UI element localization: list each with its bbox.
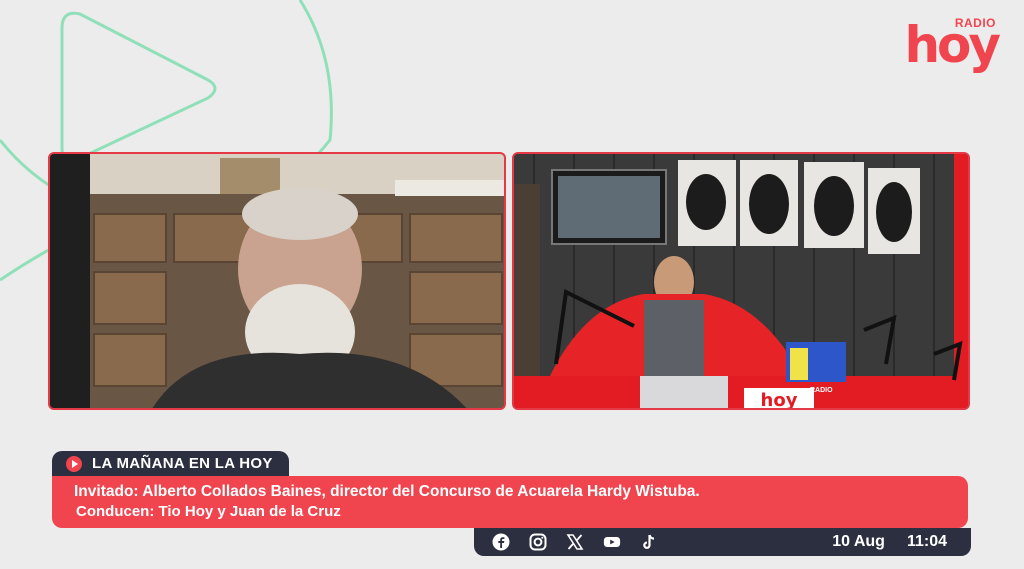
program-title: LA MAÑANA EN LA HOY <box>92 455 273 472</box>
logo-radio-label: RADIO <box>954 16 996 30</box>
studio-desk-sign: hoy <box>761 390 798 410</box>
studio-video-panel: hoy RADIO <box>512 152 970 410</box>
facebook-icon[interactable] <box>492 533 510 551</box>
studio-video-image: hoy RADIO <box>514 154 968 410</box>
tiktok-icon[interactable] <box>640 533 658 551</box>
time-label: 11:04 <box>906 533 947 550</box>
social-icons <box>492 533 658 551</box>
studio-desk-sign-small: RADIO <box>810 387 833 394</box>
date-label: 10 Aug <box>832 533 885 550</box>
info-lower-third: Invitado: Alberto Collados Baines, direc… <box>52 476 968 528</box>
guest-video-panel <box>48 152 506 410</box>
hosts-info-line: Conducen: Tio Hoy y Juan de la Cruz <box>76 503 341 520</box>
radio-hoy-logo: RADIO hoy <box>904 16 1001 70</box>
instagram-icon[interactable] <box>529 533 547 551</box>
guest-info-line: Invitado: Alberto Collados Baines, direc… <box>74 483 700 500</box>
youtube-icon[interactable] <box>603 533 621 551</box>
program-title-tab: LA MAÑANA EN LA HOY <box>52 451 289 476</box>
guest-video-image <box>50 154 504 408</box>
play-icon <box>66 455 82 472</box>
social-clock-bar: 10 Aug 11:04 <box>474 528 971 556</box>
x-icon[interactable] <box>566 533 584 551</box>
